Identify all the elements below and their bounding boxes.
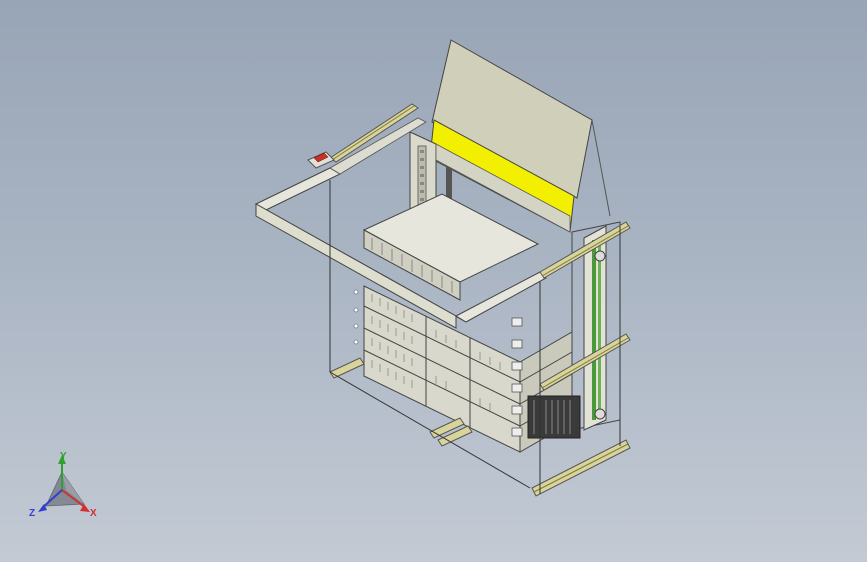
green-strip [592,240,596,420]
motor-block [527,395,581,439]
y-axis-label: Y [60,451,67,462]
z-axis-label: Z [29,508,35,519]
cad-3d-viewport[interactable]: Y X Z [0,0,867,562]
red-tag [307,151,335,169]
axis-triad[interactable]: Y X Z [29,451,97,519]
x-axis-label: X [90,508,97,519]
